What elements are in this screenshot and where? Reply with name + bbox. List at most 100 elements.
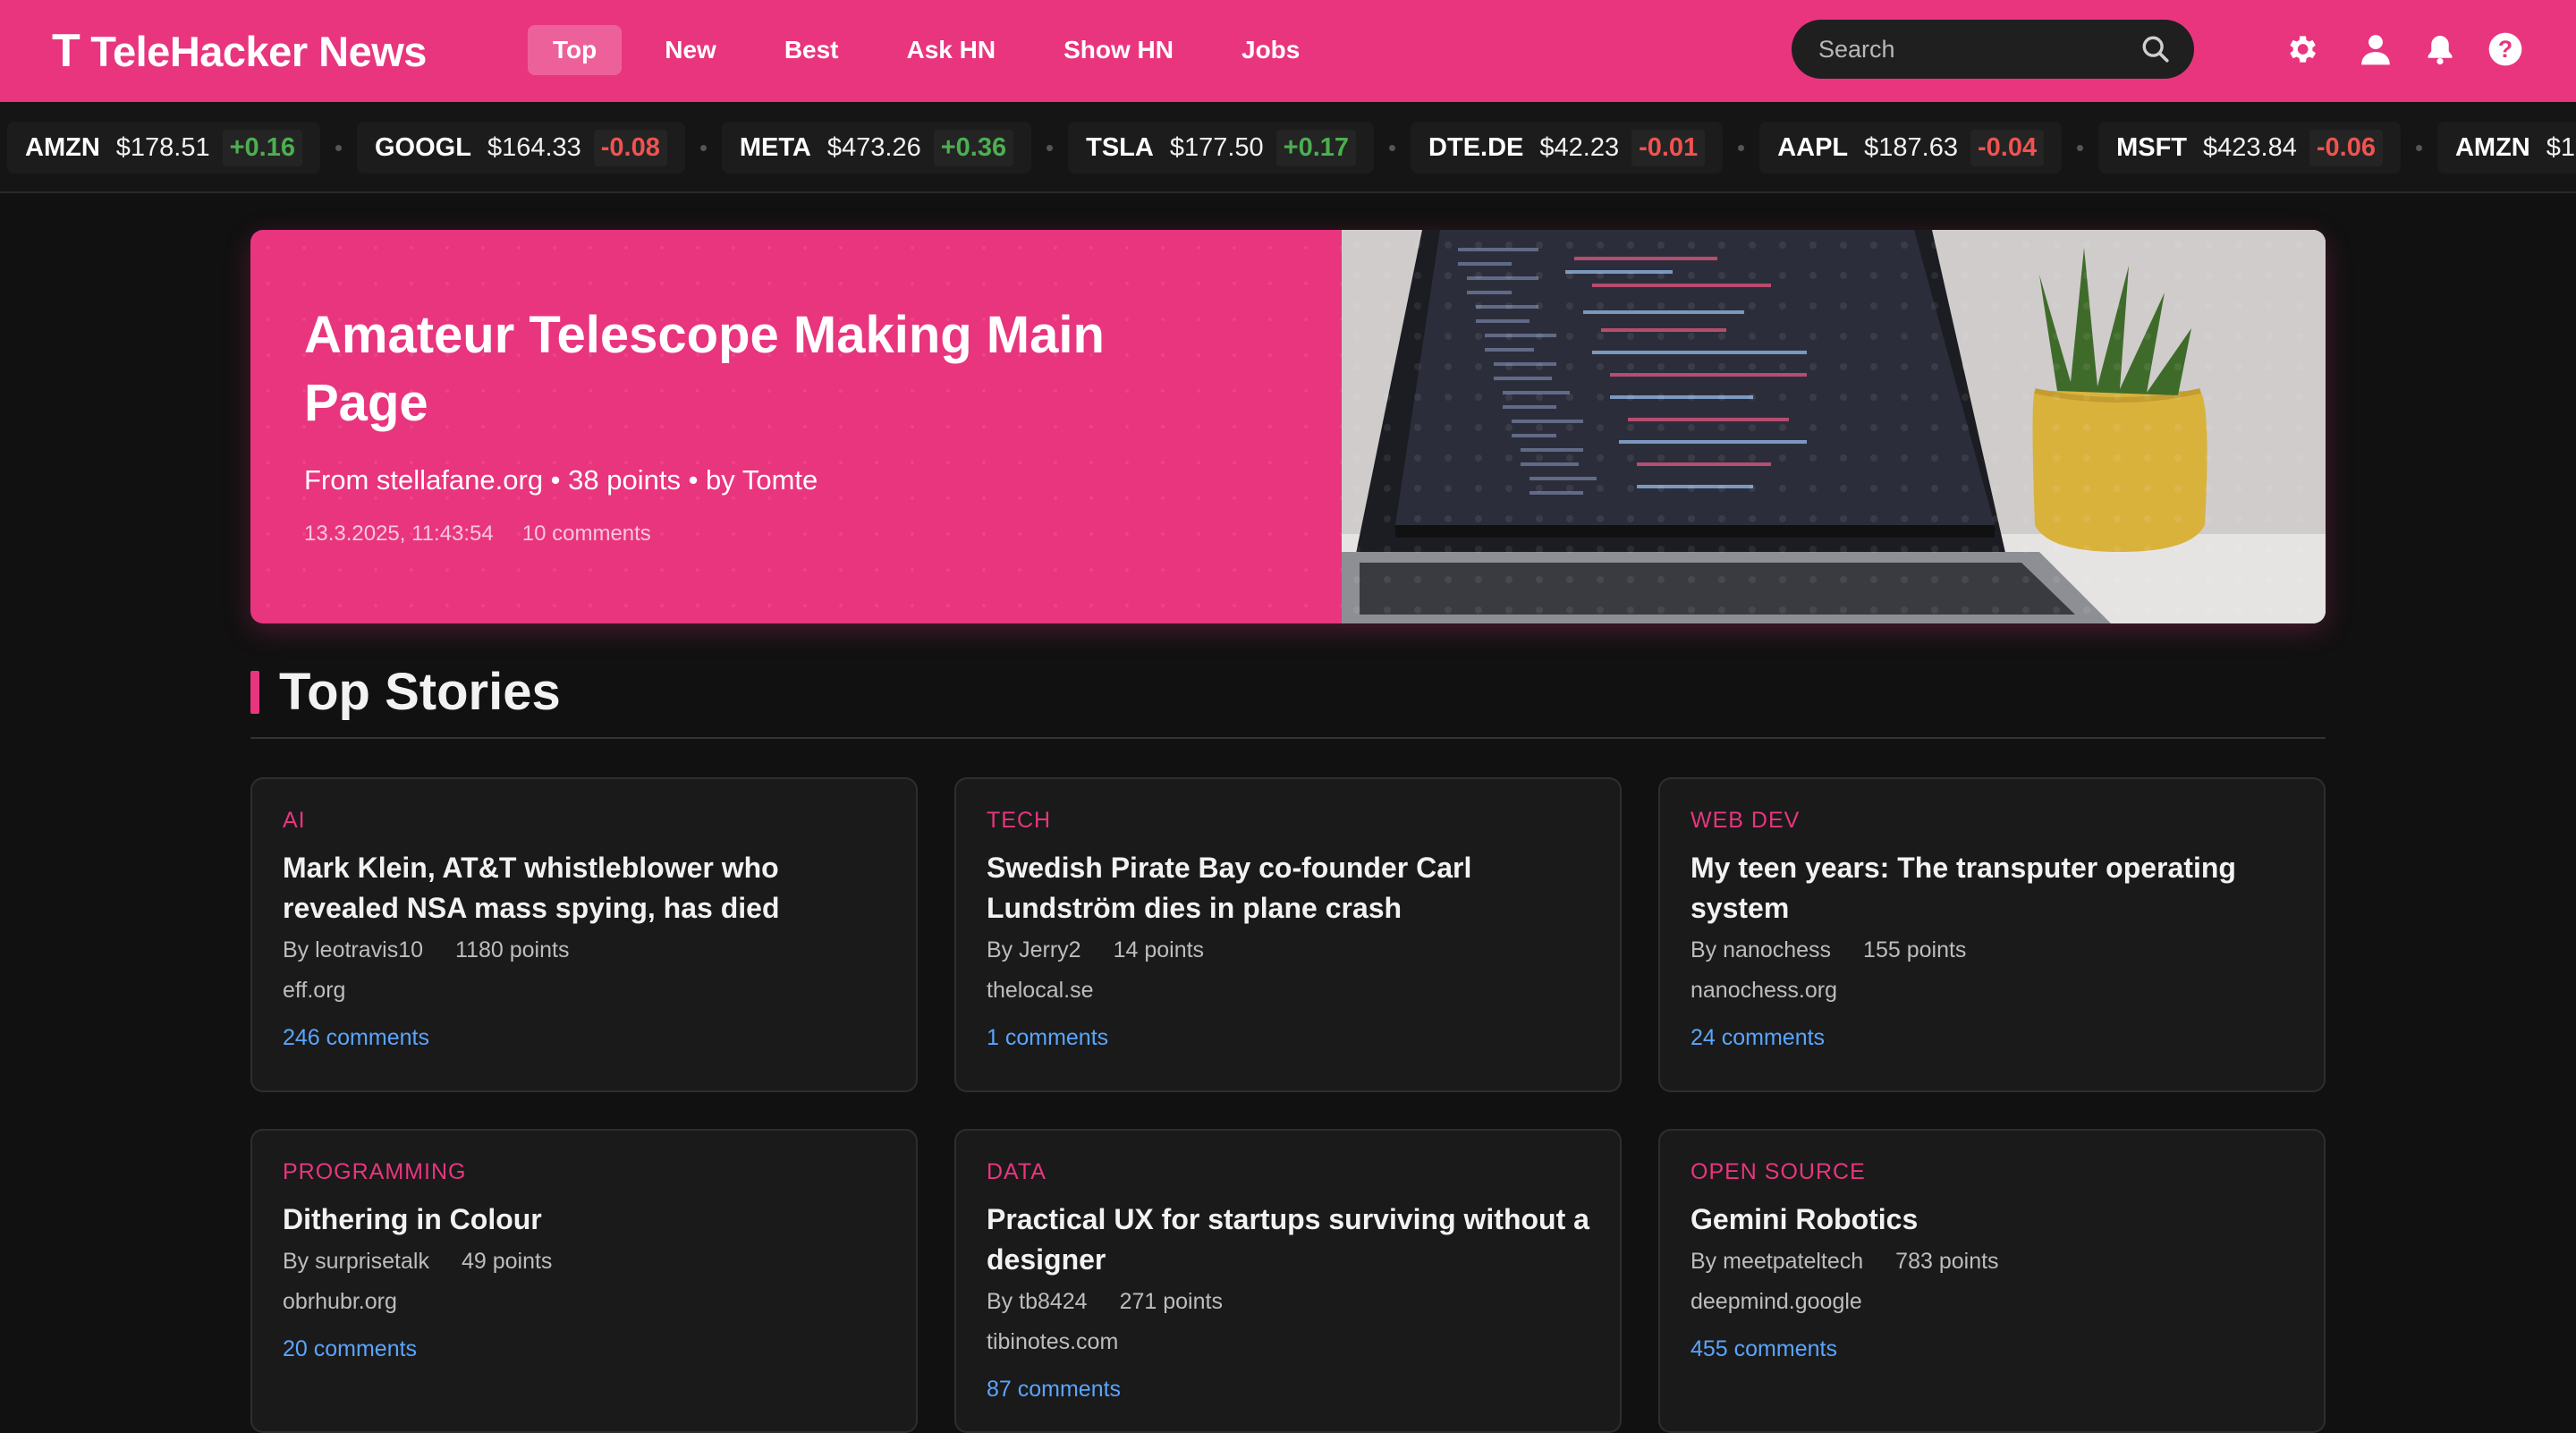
story-meta: By leotravis10 1180 points	[283, 937, 886, 963]
ticker-price: $177.50	[1169, 132, 1264, 162]
story-category[interactable]: TECH	[987, 808, 1589, 834]
ticker-separator	[2077, 144, 2084, 151]
story-card[interactable]: OPEN SOURCE Gemini Robotics By meetpatel…	[1658, 1129, 2326, 1433]
logo-mark: T	[52, 25, 80, 77]
nav-new[interactable]: New	[640, 25, 741, 75]
story-author[interactable]: By nanochess	[1690, 937, 1831, 963]
story-domain[interactable]: nanochess.org	[1690, 978, 2293, 1004]
story-author[interactable]: By tb8424	[987, 1289, 1088, 1315]
story-title[interactable]: Dithering in Colour	[283, 1200, 886, 1240]
ticker-symbol: GOOGL	[374, 132, 471, 162]
story-category[interactable]: OPEN SOURCE	[1690, 1159, 2293, 1185]
search-icon[interactable]	[2140, 34, 2171, 64]
story-card[interactable]: PROGRAMMING Dithering in Colour By surpr…	[250, 1129, 918, 1433]
nav-best[interactable]: Best	[759, 25, 864, 75]
featured-story-comments[interactable]: 10 comments	[522, 521, 651, 547]
ticker-price: $42.23	[1539, 132, 1620, 162]
story-meta: By surprisetalk 49 points	[283, 1249, 886, 1275]
user-icon[interactable]	[2354, 27, 2397, 72]
story-domain[interactable]: thelocal.se	[987, 978, 1589, 1004]
search-input[interactable]	[1818, 35, 2140, 64]
featured-story-subline: 13.3.2025, 11:43:54 10 comments	[304, 521, 1288, 547]
story-points: 14 points	[1113, 937, 1205, 962]
ticker-item[interactable]: DTE.DE $42.23 -0.01	[1411, 122, 1724, 174]
story-title[interactable]: Gemini Robotics	[1690, 1200, 2293, 1240]
ticker-item[interactable]: AMZN $178	[2436, 122, 2576, 174]
story-author[interactable]: By meetpateltech	[1690, 1249, 1863, 1275]
ticker-track: AMZN $178.51 +0.16 GOOGL $164.33 -0.08 M…	[7, 122, 2576, 174]
svg-text:?: ?	[2498, 36, 2512, 63]
section-header: Top Stories	[250, 653, 2326, 739]
story-author[interactable]: By surprisetalk	[283, 1249, 429, 1275]
ticker-item[interactable]: GOOGL $164.33 -0.08	[356, 122, 685, 174]
featured-story-text: Amateur Telescope Making Main Page From …	[250, 230, 1342, 623]
story-comments-link[interactable]: 20 comments	[283, 1336, 886, 1362]
story-comments-link[interactable]: 246 comments	[283, 1025, 886, 1051]
ticker-change: -0.04	[1970, 129, 2045, 166]
story-domain[interactable]: deepmind.google	[1690, 1289, 2293, 1315]
featured-story-image	[1342, 230, 2326, 623]
story-title[interactable]: Mark Klein, AT&T whistleblower who revea…	[283, 848, 886, 928]
story-meta: By tb8424 271 points	[987, 1289, 1589, 1315]
story-category[interactable]: DATA	[987, 1159, 1589, 1185]
story-meta: By Jerry2 14 points	[987, 937, 1589, 963]
story-card[interactable]: WEB DEV My teen years: The transputer op…	[1658, 777, 2326, 1092]
story-comments-link[interactable]: 87 comments	[987, 1377, 1589, 1403]
featured-story-meta: From stellafane.org • 38 points • by Tom…	[304, 464, 818, 496]
nav-show-hn[interactable]: Show HN	[1038, 25, 1199, 75]
story-domain[interactable]: tibinotes.com	[987, 1329, 1589, 1355]
ticker-price: $178	[2546, 132, 2576, 162]
story-category[interactable]: PROGRAMMING	[283, 1159, 886, 1185]
ticker-symbol: MSFT	[2116, 132, 2188, 162]
site-logo[interactable]: T TeleHacker News	[52, 20, 427, 82]
stock-ticker: AMZN $178.51 +0.16 GOOGL $164.33 -0.08 M…	[0, 102, 2576, 193]
help-icon[interactable]: ?	[2484, 27, 2527, 72]
story-points: 155 points	[1863, 937, 1967, 962]
ticker-symbol: AMZN	[25, 132, 100, 162]
story-title[interactable]: Swedish Pirate Bay co-founder Carl Lunds…	[987, 848, 1589, 928]
story-author[interactable]: By Jerry2	[987, 937, 1081, 963]
ticker-item[interactable]: MSFT $423.84 -0.06	[2098, 122, 2401, 174]
ticker-separator	[1046, 144, 1054, 151]
ticker-change: -0.06	[2309, 129, 2383, 166]
nav-jobs[interactable]: Jobs	[1216, 25, 1325, 75]
ticker-change: -0.08	[593, 129, 667, 166]
story-category[interactable]: AI	[283, 808, 886, 834]
bell-icon[interactable]	[2419, 27, 2462, 72]
ticker-separator	[1738, 144, 1745, 151]
ticker-symbol: AAPL	[1777, 132, 1849, 162]
story-title[interactable]: Practical UX for startups surviving with…	[987, 1200, 1589, 1280]
laptop-photo	[1342, 230, 2326, 623]
story-meta: By meetpateltech 783 points	[1690, 1249, 2293, 1275]
ticker-item[interactable]: AMZN $178.51 +0.16	[7, 122, 320, 174]
featured-story[interactable]: Amateur Telescope Making Main Page From …	[250, 230, 2326, 623]
story-comments-link[interactable]: 24 comments	[1690, 1025, 2293, 1051]
ticker-item[interactable]: AAPL $187.63 -0.04	[1759, 122, 2063, 174]
story-author[interactable]: By leotravis10	[283, 937, 423, 963]
story-title[interactable]: My teen years: The transputer operating …	[1690, 848, 2293, 928]
featured-story-title[interactable]: Amateur Telescope Making Main Page	[304, 301, 1199, 437]
ticker-price: $473.26	[826, 132, 921, 162]
nav-ask-hn[interactable]: Ask HN	[882, 25, 1021, 75]
story-points: 271 points	[1119, 1289, 1223, 1314]
ticker-item[interactable]: META $473.26 +0.36	[721, 122, 1032, 174]
ticker-item[interactable]: TSLA $177.50 +0.17	[1068, 122, 1375, 174]
story-comments-link[interactable]: 455 comments	[1690, 1336, 2293, 1362]
story-domain[interactable]: obrhubr.org	[283, 1289, 886, 1315]
settings-icon[interactable]	[2280, 27, 2323, 72]
story-card[interactable]: TECH Swedish Pirate Bay co-founder Carl …	[954, 777, 1622, 1092]
ticker-change: +0.16	[222, 129, 302, 166]
story-comments-link[interactable]: 1 comments	[987, 1025, 1589, 1051]
ticker-symbol: AMZN	[2454, 132, 2530, 162]
ticker-change: -0.01	[1631, 129, 1706, 166]
story-card[interactable]: DATA Practical UX for startups surviving…	[954, 1129, 1622, 1433]
story-domain[interactable]: eff.org	[283, 978, 886, 1004]
ticker-separator	[2415, 144, 2422, 151]
ticker-change: +0.17	[1275, 129, 1357, 166]
nav-top[interactable]: Top	[528, 25, 623, 75]
search-box	[1792, 20, 2194, 79]
story-card[interactable]: AI Mark Klein, AT&T whistleblower who re…	[250, 777, 918, 1092]
ticker-separator	[335, 144, 342, 151]
story-category[interactable]: WEB DEV	[1690, 808, 2293, 834]
story-points: 1180 points	[455, 937, 570, 962]
